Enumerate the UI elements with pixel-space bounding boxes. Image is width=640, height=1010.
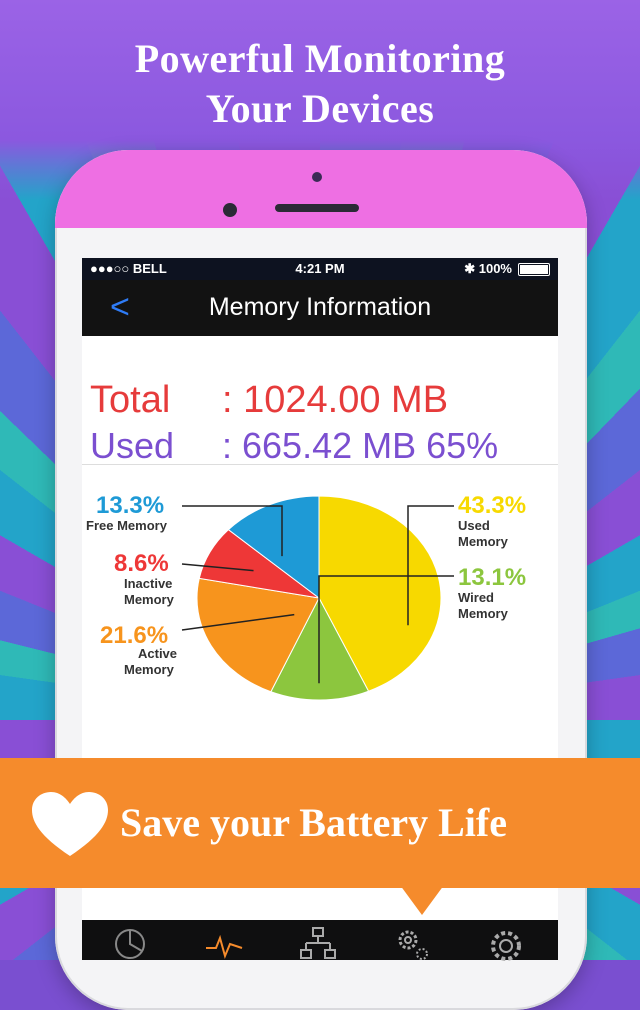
pie-chart-icon[interactable] (110, 924, 150, 964)
settings-icon[interactable] (486, 924, 526, 964)
active-caption-1: Active (138, 646, 178, 661)
navigation-bar: < Memory Information (82, 280, 558, 336)
wired-caption-1: Wired (458, 590, 494, 605)
inactive-caption-1: Inactive (124, 576, 173, 591)
network-icon[interactable] (298, 924, 338, 964)
banner-text: Save your Battery Life (120, 800, 507, 845)
total-value: : 1024.00 MB (222, 379, 449, 421)
headline-line-1: Powerful Monitoring (134, 36, 506, 81)
tab-bar (82, 920, 558, 961)
promo-headline: Powerful Monitoring Your Devices (0, 34, 640, 134)
inactive-caption-2: Memory (124, 592, 174, 607)
headline-line-2: Your Devices (205, 86, 435, 131)
total-label: Total (90, 379, 171, 421)
used-caption-2: Memory (458, 534, 508, 549)
battery-icon (518, 263, 550, 276)
heart-icon (32, 792, 108, 856)
phone-top-bezel (55, 150, 587, 228)
pulse-icon[interactable] (204, 924, 244, 964)
used-caption-1: Used (458, 518, 490, 533)
page-title: Memory Information (208, 293, 432, 321)
used-row: Used : 665.42 MB 65% (90, 424, 498, 468)
phone-sensor (312, 172, 322, 182)
status-battery-text: ✱ 100% (464, 261, 512, 276)
wired-caption-2: Memory (458, 606, 508, 621)
phone-speaker (275, 204, 359, 212)
used-percent: 43.3% (458, 492, 527, 519)
memory-summary: Total : 1024.00 MB Used : 665.42 MB 65% (82, 366, 558, 468)
wired-percent: 13.1% (458, 564, 527, 591)
total-row: Total : 1024.00 MB (90, 378, 448, 422)
banner-pointer (400, 885, 444, 915)
free-caption: Free Memory (86, 518, 167, 533)
status-bar: ●●●○○ BELL 4:21 PM ✱ 100% (82, 258, 558, 280)
gears-icon[interactable] (392, 924, 432, 964)
used-label: Used (90, 425, 175, 466)
used-value: : 665.42 MB 65% (222, 425, 499, 466)
free-percent: 13.3% (96, 492, 165, 519)
memory-pie-chart: 13.3% Free Memory 8.6% Inactive Memory 2… (82, 476, 558, 736)
phone-camera (223, 203, 237, 217)
inactive-percent: 8.6% (114, 550, 169, 577)
active-caption-2: Memory (124, 662, 174, 677)
